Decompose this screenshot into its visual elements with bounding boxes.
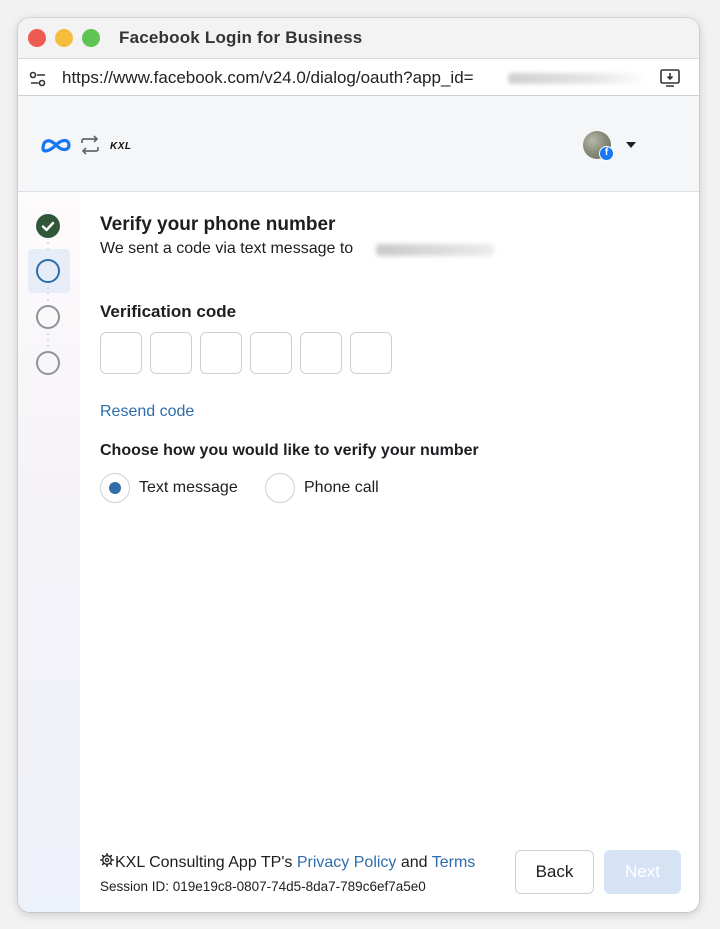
dialog-footer: KXL Consulting App TP's Privacy Policy a… bbox=[100, 848, 681, 908]
chevron-down-icon[interactable] bbox=[626, 142, 636, 148]
verification-code-label: Verification code bbox=[100, 302, 237, 321]
verify-method-label: Choose how you would like to verify your… bbox=[100, 442, 479, 459]
site-settings-icon[interactable] bbox=[28, 69, 48, 94]
code-digit-2[interactable] bbox=[150, 332, 192, 374]
redacted-app-id bbox=[508, 73, 648, 84]
policy-text: KXL Consulting App TP's Privacy Policy a… bbox=[100, 853, 475, 872]
window-titlebar: Facebook Login for Business bbox=[18, 18, 699, 58]
text-message-radio[interactable] bbox=[100, 473, 130, 503]
gear-icon bbox=[100, 853, 114, 872]
code-digit-5[interactable] bbox=[300, 332, 342, 374]
meta-logo-icon bbox=[40, 136, 72, 159]
browser-window: Facebook Login for Business https://www.… bbox=[18, 18, 699, 912]
resend-code-link[interactable]: Resend code bbox=[100, 403, 194, 421]
maximize-window-button[interactable] bbox=[82, 29, 100, 47]
step-connector bbox=[47, 333, 49, 347]
session-id: Session ID: 019e19c8-0807-74d5-8da7-789c… bbox=[100, 879, 426, 894]
swap-arrows-icon bbox=[79, 135, 101, 160]
code-digit-1[interactable] bbox=[100, 332, 142, 374]
code-digit-4[interactable] bbox=[250, 332, 292, 374]
code-digit-3[interactable] bbox=[200, 332, 242, 374]
page-title: Verify your phone number bbox=[100, 214, 336, 235]
back-button[interactable]: Back bbox=[515, 850, 594, 894]
redacted-phone-number bbox=[376, 244, 494, 256]
option-phone-call[interactable]: Phone call bbox=[265, 472, 379, 504]
window-title: Facebook Login for Business bbox=[119, 28, 363, 47]
facebook-badge-icon: f bbox=[599, 146, 614, 161]
next-button[interactable]: Next bbox=[604, 850, 681, 894]
option-text-message[interactable]: Text message bbox=[100, 472, 238, 504]
progress-stepper bbox=[18, 193, 80, 912]
privacy-policy-link[interactable]: Privacy Policy bbox=[297, 854, 397, 871]
url-text[interactable]: https://www.facebook.com/v24.0/dialog/oa… bbox=[62, 68, 474, 88]
cast-icon[interactable] bbox=[659, 68, 681, 93]
terms-link[interactable]: Terms bbox=[432, 854, 476, 871]
step-connector bbox=[47, 287, 49, 301]
app-header: KXL f bbox=[18, 96, 699, 192]
minimize-window-button[interactable] bbox=[55, 29, 73, 47]
phone-call-radio[interactable] bbox=[265, 473, 295, 503]
step-completed bbox=[36, 214, 60, 238]
step-current bbox=[36, 259, 60, 283]
partner-logo: KXL bbox=[110, 141, 132, 152]
and-text: and bbox=[400, 854, 428, 871]
text-message-label: Text message bbox=[139, 479, 238, 496]
policy-prefix: KXL Consulting App TP's bbox=[115, 854, 293, 871]
verification-code-inputs bbox=[100, 332, 392, 374]
check-icon bbox=[41, 221, 55, 232]
code-digit-6[interactable] bbox=[350, 332, 392, 374]
phone-call-label: Phone call bbox=[304, 479, 379, 496]
close-window-button[interactable] bbox=[28, 29, 46, 47]
step-pending bbox=[36, 305, 60, 329]
page-subtitle: We sent a code via text message to bbox=[100, 240, 354, 257]
address-bar[interactable]: https://www.facebook.com/v24.0/dialog/oa… bbox=[18, 58, 699, 96]
step-pending bbox=[36, 351, 60, 375]
